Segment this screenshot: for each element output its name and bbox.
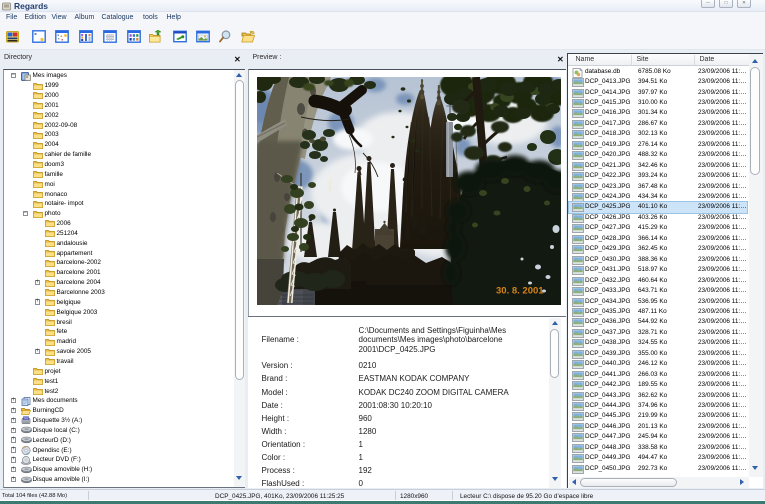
svg-text:30. 8. 2001: 30. 8. 2001 [496, 286, 544, 297]
